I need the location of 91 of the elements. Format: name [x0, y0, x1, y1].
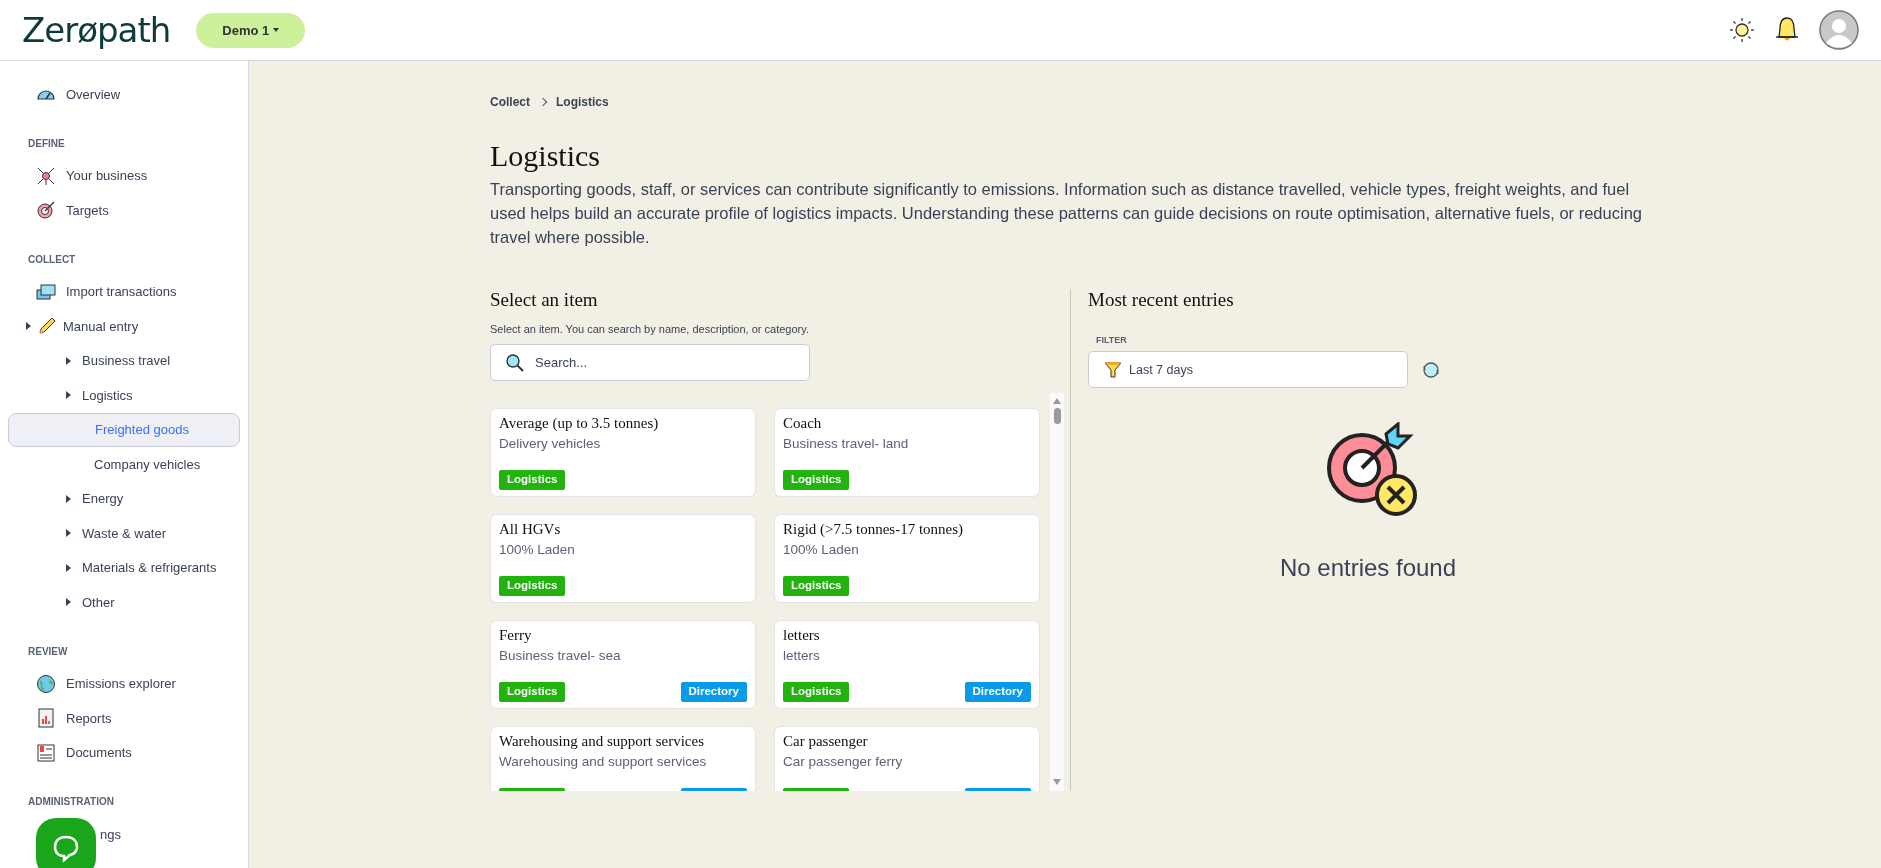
search-input[interactable]: Search... — [533, 354, 795, 371]
card-title: Rigid (>7.5 tonnes-17 tonnes) — [783, 521, 965, 538]
nav-item[interactable]: Logistics — [0, 378, 248, 413]
report-icon — [36, 708, 56, 729]
nav-item[interactable]: Targets — [0, 193, 248, 228]
pencil-icon — [37, 316, 57, 337]
card-subtitle: 100% Laden — [499, 542, 576, 557]
nav-item[interactable]: Business travel — [0, 343, 248, 378]
scrollbar[interactable] — [1050, 393, 1064, 791]
caret-icon — [66, 563, 71, 572]
nav-item[interactable]: Energy — [0, 481, 248, 516]
nav-item[interactable]: Company vehicles — [8, 447, 240, 482]
category-tag: Logistics — [499, 470, 566, 490]
section-heading: ADMINISTRATION — [27, 795, 115, 809]
caret-icon — [26, 322, 31, 331]
card-subtitle: Car passenger ferry — [783, 754, 904, 769]
item-card[interactable]: Ferry Business travel- sea Logistics Directory — [490, 620, 756, 709]
item-card[interactable]: Coach Business travel- land Logistics — [774, 408, 1040, 497]
category-tag: Logistics — [499, 682, 566, 702]
category-tag: Logistics — [783, 470, 850, 490]
card-title: Car passenger — [783, 733, 869, 750]
scroll-thumb[interactable] — [1053, 408, 1061, 424]
search-icon — [505, 352, 525, 373]
document-icon — [36, 742, 56, 763]
caret-icon — [66, 356, 71, 365]
section-heading: COLLECT — [27, 252, 77, 267]
card-subtitle: Business travel- land — [783, 436, 910, 451]
page-title: Logistics — [490, 139, 601, 173]
category-tag: Logistics — [499, 576, 566, 596]
card-title: All HGVs — [499, 521, 562, 538]
sun-icon[interactable] — [1729, 17, 1755, 43]
item-card[interactable]: Warehousing and support services Warehousing and support services — [490, 726, 756, 791]
filter-label: FILTER — [1096, 335, 1128, 345]
target-icon — [36, 200, 56, 221]
section-heading: DEFINE — [27, 136, 66, 151]
category-tag: Directory — [680, 682, 747, 702]
card-title: Coach — [783, 415, 823, 432]
nav-item[interactable]: Freighted goods — [8, 412, 240, 447]
caret-icon — [66, 598, 71, 607]
item-card[interactable]: letters letters Logistics Directory — [774, 620, 1040, 709]
card-title: Average (up to 3.5 tonnes) — [499, 415, 660, 432]
category-tag: Directory — [964, 682, 1031, 702]
section-title: Select an item — [490, 289, 599, 311]
card-subtitle: Business travel- sea — [499, 648, 622, 663]
section-title: Most recent entries — [1088, 289, 1235, 311]
chat-button[interactable] — [36, 818, 96, 868]
breadcrumb-link[interactable]: Collect — [490, 95, 530, 109]
refresh-icon[interactable] — [1422, 360, 1440, 379]
nav-item[interactable]: Other — [0, 585, 248, 620]
breadcrumb-link[interactable]: Logistics — [556, 95, 609, 109]
stack-icon — [36, 281, 56, 302]
nav-item[interactable]: Reports — [0, 701, 248, 736]
nav-item[interactable]: Materials & refrigerants — [0, 550, 248, 585]
network-icon — [36, 165, 56, 186]
search-field[interactable]: Search... — [490, 344, 810, 381]
scroll-down-icon[interactable] — [1053, 779, 1061, 785]
nav-item[interactable]: Your business — [0, 158, 248, 193]
funnel-icon — [1104, 360, 1122, 379]
card-subtitle: Delivery vehicles — [499, 436, 602, 451]
nav-item[interactable]: Waste & water — [0, 516, 248, 551]
globe-icon — [36, 673, 56, 694]
card-title: letters — [783, 627, 821, 644]
item-card[interactable]: Rigid (>7.5 tonnes-17 tonnes) 100% Laden Logistics — [774, 514, 1040, 603]
nav-item[interactable]: Emissions explorer — [0, 666, 248, 701]
nav-item[interactable]: Manual entry — [0, 309, 248, 344]
nav-item[interactable]: Documents — [0, 735, 248, 770]
empty-message: No entries found — [1279, 554, 1457, 582]
page-description: Transporting goods, staff, or services can contribute significantly to emissions. Information such as distance travelled, vehicle types, freight weights, and fuel used helps build an accurate profile of logistics impacts. Understanding these patterns can guide decisions on route optimisation, alternative fuels, or reducing travel where possible. — [490, 179, 1643, 248]
nav-item[interactable]: Import transactions — [0, 274, 248, 309]
nav-item[interactable]: ngs — [0, 817, 248, 852]
card-title: Warehousing and support services — [499, 733, 705, 750]
caret-icon — [66, 494, 71, 503]
nav-item[interactable]: Overview — [0, 77, 248, 112]
filter-dropdown[interactable]: Last 7 days — [1088, 351, 1408, 388]
caret-icon — [66, 529, 71, 538]
card-subtitle: 100% Laden — [783, 542, 860, 557]
card-subtitle: letters — [783, 648, 821, 663]
item-card[interactable]: Car passenger Car passenger ferry — [774, 726, 1040, 791]
item-card[interactable]: Average (up to 3.5 tonnes) Delivery vehicles Logistics — [490, 408, 756, 497]
workspace-dropdown[interactable]: Demo 1 — [196, 12, 306, 48]
category-tag: Logistics — [783, 682, 850, 702]
hint-text: Select an item. You can search by name, description, or category. — [490, 323, 810, 335]
caret-icon — [66, 391, 71, 400]
avatar[interactable] — [1819, 10, 1859, 50]
item-card[interactable]: All HGVs 100% Laden Logistics — [490, 514, 756, 603]
section-heading: REVIEW — [27, 644, 69, 659]
category-tag: Logistics — [783, 576, 850, 596]
card-subtitle: Warehousing and support services — [499, 754, 708, 769]
logo[interactable]: Zerøpath — [22, 10, 171, 50]
card-title: Ferry — [499, 627, 533, 644]
chat-bubble-icon — [51, 833, 81, 863]
